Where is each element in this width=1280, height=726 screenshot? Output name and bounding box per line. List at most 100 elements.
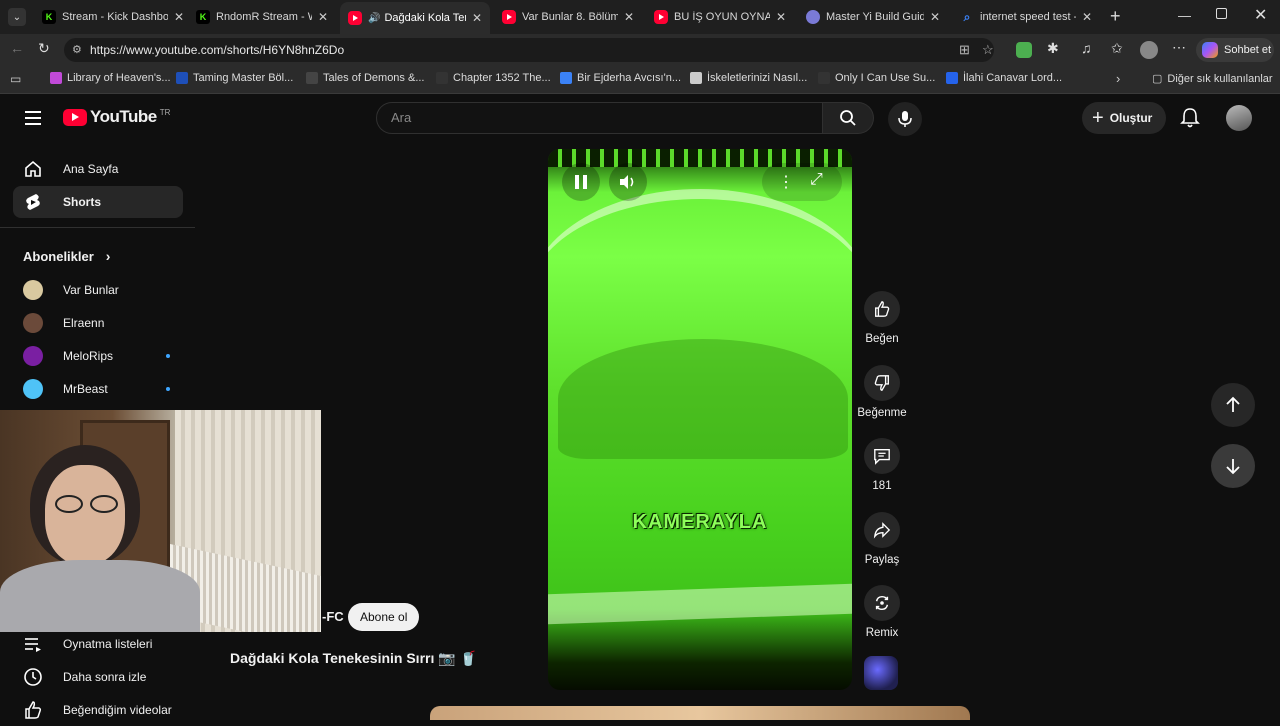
folder-icon: ▢ — [1152, 73, 1163, 85]
fullscreen-icon[interactable]: ⤢ — [810, 171, 823, 189]
previous-short-button[interactable] — [1211, 383, 1255, 427]
tab-list-button[interactable]: ⌄ — [8, 8, 26, 26]
account-avatar[interactable] — [1226, 105, 1252, 131]
copilot-button[interactable]: Sohbet et — [1196, 38, 1274, 62]
bookmark-favicon-icon — [436, 72, 448, 84]
comment-icon — [874, 449, 890, 465]
reload-icon[interactable]: ↻ — [38, 40, 50, 57]
browser-tab[interactable]: 🔊 Dağdaki Kola Teneke ✕ — [340, 2, 490, 34]
close-tab-icon[interactable]: ✕ — [776, 10, 786, 24]
browser-tab[interactable]: BU İŞ OYUN OYNAMAYA ✕ — [646, 4, 794, 30]
close-tab-icon[interactable]: ✕ — [472, 11, 482, 25]
sidebar-item-shorts[interactable]: Shorts — [13, 186, 183, 218]
sidebar-item-watch-later[interactable]: Daha sonra izle — [13, 661, 183, 693]
like-action[interactable]: Beğen — [856, 291, 908, 345]
bookmark-favicon-icon — [176, 72, 188, 84]
pause-button[interactable] — [562, 163, 600, 201]
comments-action[interactable]: 181 — [856, 438, 908, 492]
favorites-icon[interactable]: ✩ — [1111, 40, 1123, 57]
app-available-icon[interactable]: ⊞ — [959, 38, 970, 62]
search-input[interactable]: Ara — [376, 102, 823, 134]
clock-icon — [24, 668, 42, 686]
next-short-button[interactable] — [1211, 444, 1255, 488]
dislike-button[interactable] — [864, 365, 900, 401]
pause-icon-bar — [583, 175, 587, 189]
audio-playing-icon[interactable]: 🔊 — [368, 13, 380, 24]
browser-tab[interactable]: ⌕ internet speed test - An ✕ — [952, 4, 1100, 30]
bookmark-item[interactable]: Bir Ejderha Avcısı'n... — [560, 72, 681, 84]
bookmark-item[interactable]: Library of Heaven's... — [50, 72, 171, 84]
site-info-icon[interactable]: ⚙ — [72, 38, 82, 62]
subscription-channel[interactable]: Elraenn — [23, 313, 104, 333]
close-window-button[interactable]: ✕ — [1254, 5, 1267, 25]
hamburger-menu-icon[interactable] — [25, 111, 41, 125]
subscription-channel[interactable]: Var Bunlar — [23, 280, 119, 300]
volume-button[interactable] — [609, 163, 647, 201]
close-tab-icon[interactable]: ✕ — [930, 10, 940, 24]
close-tab-icon[interactable]: ✕ — [1082, 10, 1092, 24]
browser-tab[interactable]: K Stream - Kick Dashboard ✕ — [34, 4, 192, 30]
short-video-player[interactable]: KAMERAYLA ⋮ ⤢ — [548, 149, 852, 690]
create-label: Oluştur — [1109, 111, 1153, 125]
sidebar-item-liked-videos[interactable]: Beğendiğim videolar — [13, 694, 183, 726]
subscribe-button[interactable]: Abone ol — [348, 603, 420, 631]
next-short-preview[interactable] — [430, 706, 970, 720]
maximize-button[interactable] — [1216, 8, 1227, 19]
close-tab-icon[interactable]: ✕ — [624, 10, 634, 24]
short-channel-name[interactable]: -FC — [322, 609, 344, 624]
profile-avatar[interactable] — [1140, 41, 1158, 59]
share-action[interactable]: Paylaş — [856, 512, 908, 566]
search-button[interactable] — [823, 102, 874, 134]
share-button[interactable] — [864, 512, 900, 548]
bookmark-item[interactable]: Tales of Demons &... — [306, 72, 425, 84]
bookmark-item[interactable]: Chapter 1352 The... — [436, 72, 551, 84]
minimize-button[interactable]: — — [1178, 8, 1191, 23]
sidebar-divider — [0, 227, 195, 228]
extension-icon[interactable] — [1016, 42, 1032, 58]
search-icon: ⌕ — [963, 9, 971, 24]
video-caption: KAMERAYLA — [632, 511, 768, 533]
url-field[interactable]: ⚙ https://www.youtube.com/shorts/H6YN8hn… — [64, 38, 994, 62]
back-icon[interactable]: ← — [10, 40, 24, 56]
like-button[interactable] — [864, 291, 900, 327]
new-tab-button[interactable]: + — [1110, 6, 1121, 27]
bookmark-item[interactable]: İlahi Canavar Lord... — [946, 72, 1062, 84]
sidebar-item-home[interactable]: Ana Sayfa — [13, 153, 183, 185]
favorite-star-icon[interactable]: ☆ — [982, 38, 994, 62]
subscription-channel[interactable]: MeloRips — [23, 346, 170, 366]
more-menu-icon[interactable]: ⋯ — [1172, 39, 1186, 56]
subscriptions-header[interactable]: Abonelikler › — [23, 248, 110, 264]
tab-title: Var Bunlar 8. Bölüm (4K — [522, 11, 618, 23]
bookmarks-overflow-chevron-icon[interactable]: › — [1116, 71, 1120, 86]
microphone-icon — [898, 111, 912, 127]
close-tab-icon[interactable]: ✕ — [318, 10, 328, 24]
voice-search-button[interactable] — [888, 102, 922, 136]
dislike-action[interactable]: Beğenme — [856, 365, 908, 419]
tab-title: Stream - Kick Dashboard — [62, 11, 168, 23]
bookmark-item[interactable]: İskeletlerinizi Nasıl... — [690, 72, 807, 84]
bookmark-favicon-icon — [560, 72, 572, 84]
remix-action[interactable]: Remix — [856, 585, 908, 639]
browser-tab[interactable]: K RndomR Stream - Watch ✕ — [188, 4, 336, 30]
sound-source-thumbnail[interactable] — [864, 656, 898, 690]
media-control-icon[interactable]: ♫ — [1081, 40, 1092, 56]
other-favorites-folder[interactable]: ▢ Diğer sık kullanılanlar — [1152, 72, 1273, 86]
youtube-logo[interactable]: YouTube TR — [63, 107, 170, 127]
create-button[interactable]: + Oluştur — [1082, 102, 1166, 134]
channel-name: Elraenn — [63, 316, 105, 330]
more-options-icon[interactable]: ⋮ — [778, 172, 794, 192]
reading-list-icon[interactable]: ▭ — [10, 72, 21, 86]
bookmark-item[interactable]: Taming Master Böl... — [176, 72, 293, 84]
extensions-puzzle-icon[interactable]: ✱ — [1047, 40, 1059, 57]
close-tab-icon[interactable]: ✕ — [174, 10, 184, 24]
comments-button[interactable] — [864, 438, 900, 474]
search-placeholder: Ara — [391, 110, 412, 125]
sidebar-item-playlists[interactable]: Oynatma listeleri — [13, 628, 183, 660]
browser-tab[interactable]: Var Bunlar 8. Bölüm (4K ✕ — [494, 4, 642, 30]
remix-button[interactable] — [864, 585, 900, 621]
bookmark-item[interactable]: Only I Can Use Su... — [818, 72, 935, 84]
browser-tab[interactable]: Master Yi Build Guide - ✕ — [798, 4, 948, 30]
short-title[interactable]: Dağdaki Kola Tenekesinin Sırrı 📷 🥤 — [230, 650, 477, 667]
notifications-bell-icon[interactable] — [1180, 107, 1200, 134]
subscription-channel[interactable]: MrBeast — [23, 379, 170, 399]
